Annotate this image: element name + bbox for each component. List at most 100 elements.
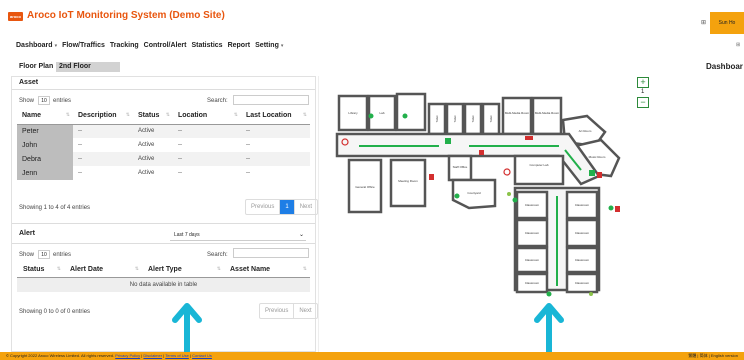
table-row[interactable]: Debra -- Active -- -- [17,152,310,166]
alert-search-input[interactable] [233,248,309,258]
annotation-arrow-icon [534,303,564,360]
sort-icon: ⇅ [216,265,221,272]
alert-table: Status ⇅ Alert Date ⇅ Alert Type ⇅ Asset Na… [17,262,310,292]
col-label: Status [23,265,45,273]
sensor-marker[interactable] [546,291,552,297]
floor-plan-label: Floor Plan [19,63,54,70]
disclaimer-link[interactable]: Disclaimer [143,353,162,358]
room-label: Multi-Media Room [505,111,530,115]
sensor-marker[interactable] [454,193,460,199]
room-computer-lab[interactable] [513,154,565,186]
room-multimedia[interactable] [531,96,563,136]
asset-description: -- [78,170,82,176]
room-label: Classroom [575,231,590,235]
col-status[interactable]: Status ⇅ [133,107,173,125]
room-label: Library [348,111,358,115]
previous-button[interactable]: Previous [246,200,281,214]
aroco-logo: aroco [8,12,23,21]
room-multimedia[interactable] [501,96,533,136]
page-1-button[interactable]: 1 [280,200,295,214]
sort-icon: ⇅ [165,111,170,118]
nav-report[interactable]: Report [228,42,251,52]
asset-page-size-select[interactable]: 10 [38,96,50,105]
asset-location: -- [173,124,241,138]
room-label: Meeting Room [398,179,418,183]
next-button[interactable]: Next [295,200,317,214]
exit-sign-icon [525,136,533,140]
sensor-marker[interactable] [608,205,614,211]
divider [12,243,315,244]
alert-info: Showing 0 to 0 of 0 entries [19,309,91,315]
nav-dashboard[interactable]: Dashboard ▾ [16,42,57,52]
zoom-in-button[interactable]: + [637,77,649,88]
divider [12,223,315,224]
asset-last-location: -- [241,152,310,166]
nav-setting[interactable]: Setting ▾ [255,42,283,52]
col-last-location[interactable]: Last Location ⇅ [241,107,310,125]
room-library[interactable] [395,92,427,132]
alert-pager: Previous Next [259,303,318,319]
language-switcher[interactable]: 繁體 | 简体 | English [688,353,724,358]
alarm-icon[interactable] [503,168,511,176]
room-label: Toilet [489,115,493,122]
room-label: Multi-Media Room [535,111,560,115]
nav-statistics[interactable]: Statistics [191,42,222,52]
asset-description: -- [73,124,133,138]
table-row[interactable]: Jenn -- Active -- -- [17,166,310,180]
asset-description: -- [78,142,82,148]
col-alert-date[interactable]: Alert Date ⇅ [64,262,142,278]
fire-extinguisher-icon [597,172,602,178]
chevron-down-icon: ▾ [280,43,284,49]
room-label: Courtyard [467,191,481,195]
room-label: Computer Lab [529,163,548,167]
divider [12,89,315,90]
table-row[interactable]: Peter -- Active -- -- [17,124,310,138]
asset-name: Debra [17,152,73,166]
zoom-out-button[interactable]: − [637,97,649,108]
user-menu-button[interactable]: Sun Ho [710,12,744,34]
col-location[interactable]: Location ⇅ [173,107,241,125]
sensor-marker[interactable] [589,292,593,296]
col-label: Last Location [246,111,292,119]
fire-extinguisher-icon [479,150,484,155]
sensor-marker[interactable] [512,197,518,203]
alert-title: Alert [19,230,35,237]
next-button[interactable]: Next [294,304,316,318]
col-asset-name[interactable]: Asset Name ⇅ [224,262,310,278]
period-value: Last 7 days [174,232,200,238]
col-status[interactable]: Status ⇅ [17,262,64,278]
nav-label: Dashboard [16,42,53,49]
col-description[interactable]: Description ⇅ [73,107,133,125]
col-alert-type[interactable]: Alert Type ⇅ [142,262,224,278]
floor-select[interactable]: 2nd Floor [56,62,120,72]
col-name[interactable]: Name ⇅ [17,107,73,125]
nav-grid-icon[interactable]: ⊞ [736,42,740,48]
terms-link[interactable]: Terms of Use [165,353,189,358]
room-meeting[interactable] [389,158,427,208]
floor-map-panel[interactable]: Library Lab Multi-Media Room Multi-Media… [318,76,744,352]
sensor-marker[interactable] [402,113,408,119]
nav-flow-traffics[interactable]: Flow/Traffics [62,42,105,52]
sensor-marker[interactable] [507,192,511,196]
previous-button[interactable]: Previous [260,304,295,318]
sensor-marker[interactable] [368,113,374,119]
empty-table-message: No data available in table [17,277,310,292]
table-row[interactable]: John -- Active -- -- [17,138,310,152]
search-label: Search: [207,98,228,104]
asset-table: Name ⇅ Description ⇅ Status ⇅ Location ⇅ Las… [17,107,310,180]
entries-label: entries [53,98,72,104]
sort-icon: ⇅ [233,111,238,118]
search-label: Search: [207,252,228,258]
alert-page-size-select[interactable]: 10 [38,250,50,259]
contact-link[interactable]: Contact Us [192,353,212,358]
nav-control-alert[interactable]: Control/Alert [144,42,187,52]
privacy-link[interactable]: Privacy Policy [115,353,140,358]
room-label: Classroom [575,281,590,285]
col-label: Status [138,111,160,119]
apps-grid-icon[interactable]: ⊞ [701,19,706,26]
asset-search-input[interactable] [233,95,309,105]
nav-tracking[interactable]: Tracking [110,42,139,52]
sort-icon: ⇅ [302,111,307,118]
alert-period-select[interactable]: Last 7 days ⌄ [170,229,306,241]
asset-status: Active [133,152,173,166]
